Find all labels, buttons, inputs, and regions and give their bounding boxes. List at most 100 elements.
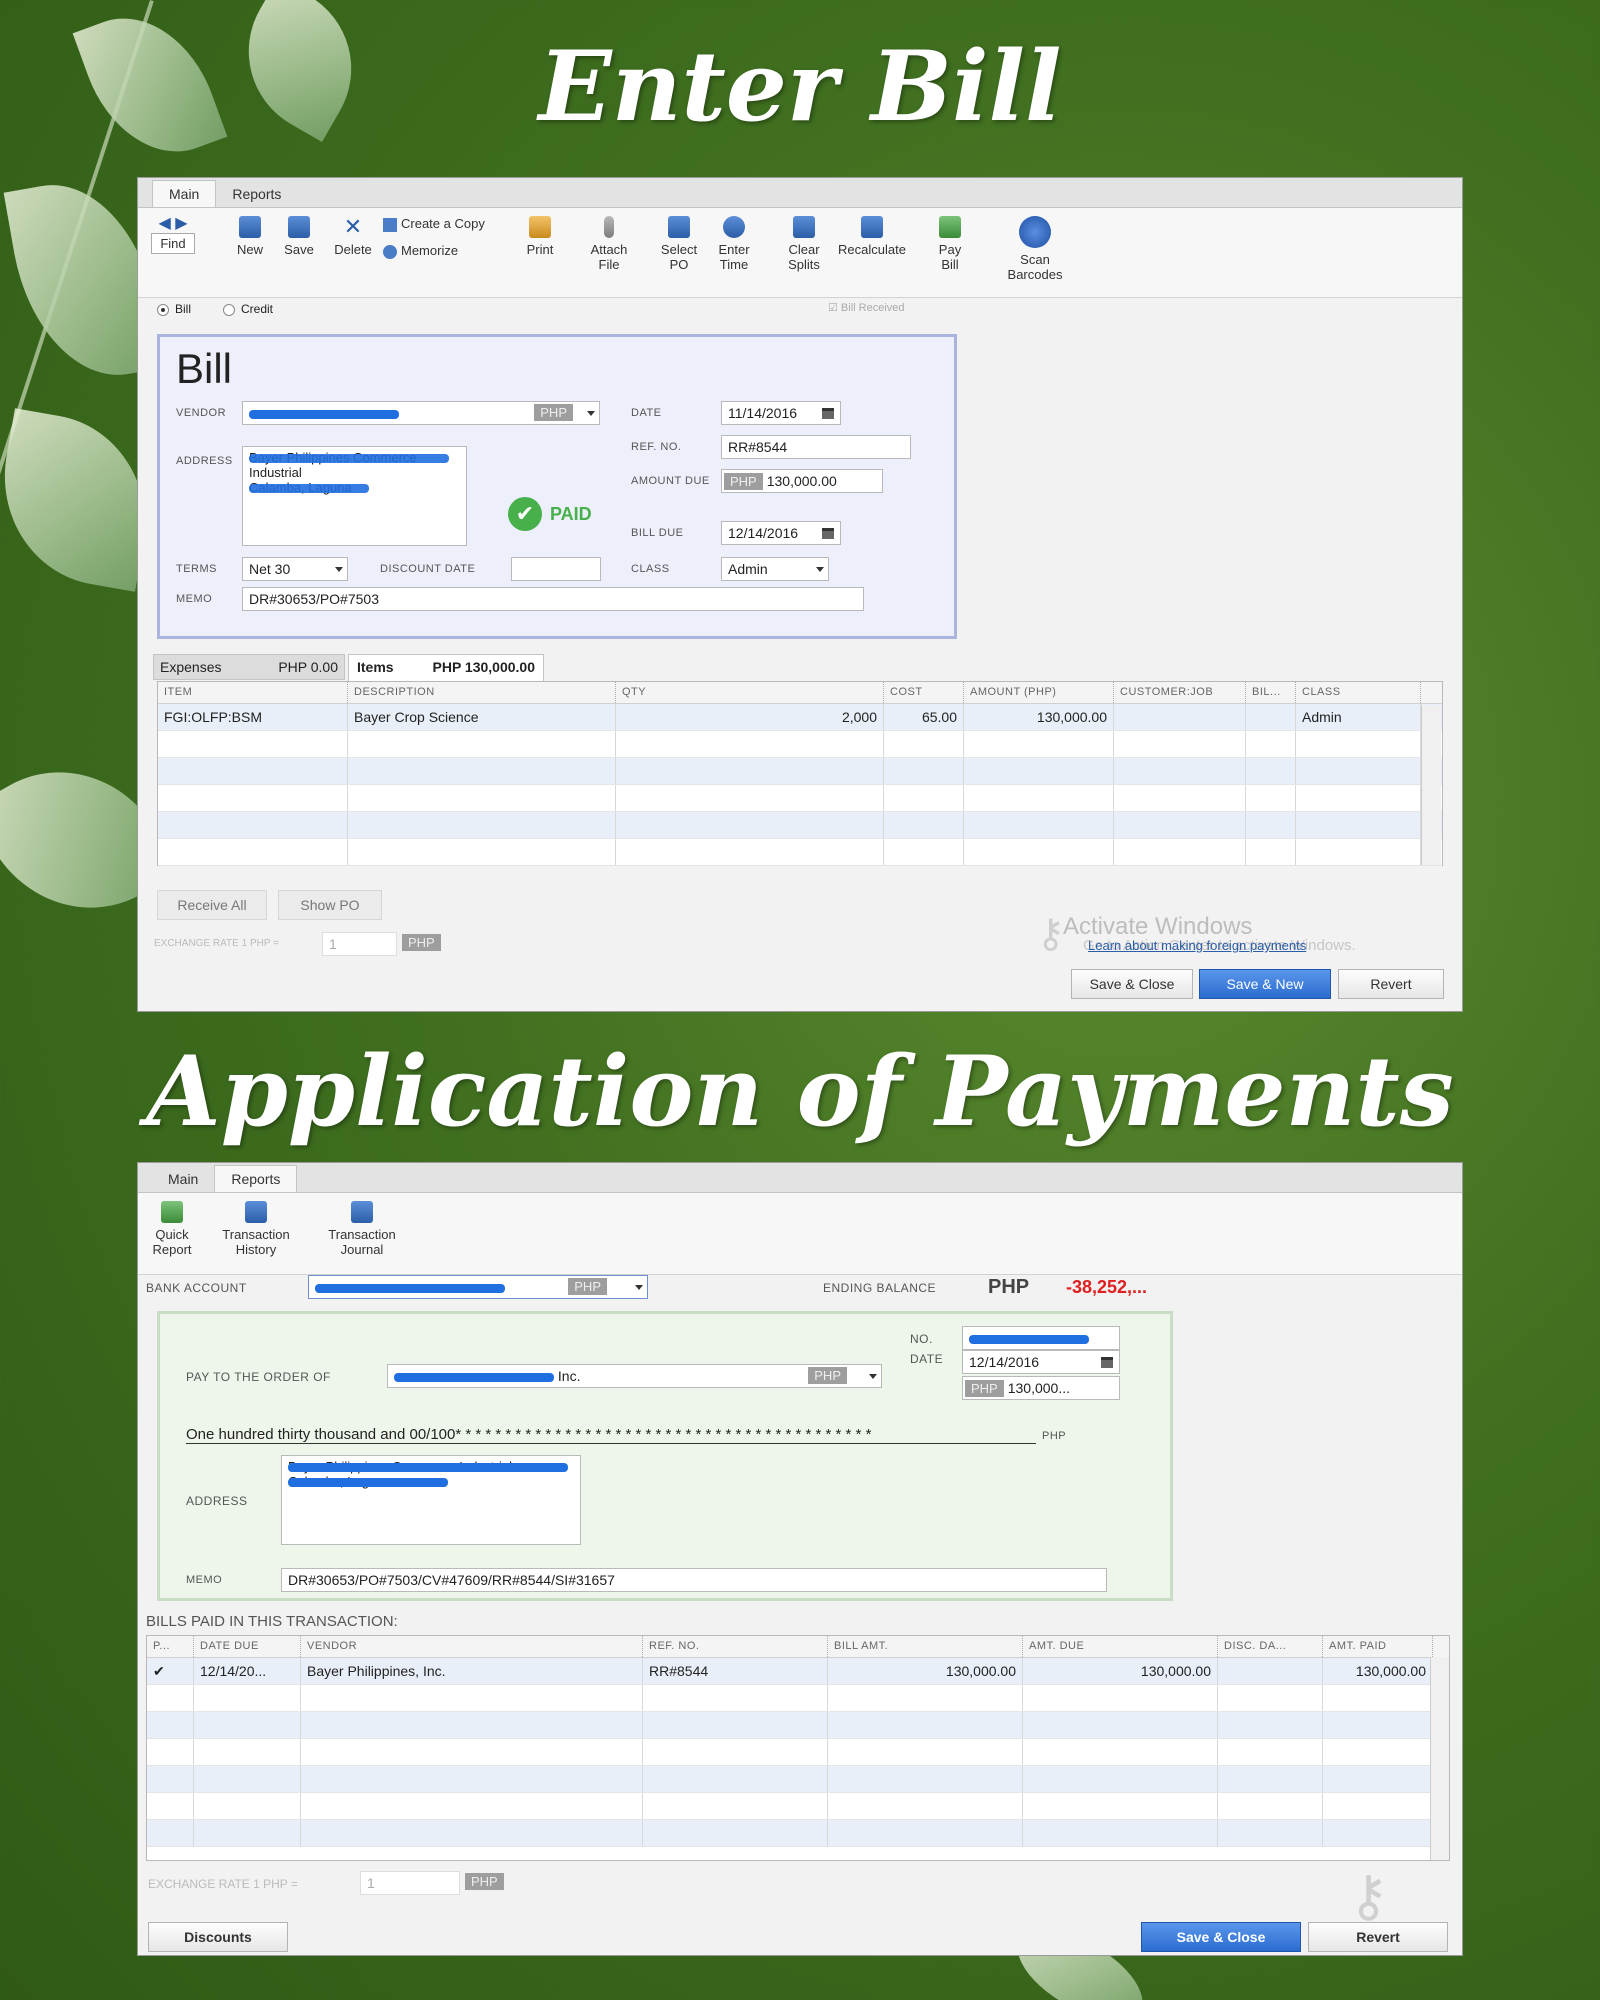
save-new-button[interactable]: Save & New bbox=[1199, 969, 1331, 999]
bill-row[interactable]: ✔ 12/14/20... Bayer Philippines, Inc. RR#85… bbox=[147, 1658, 1449, 1685]
create-copy-button[interactable]: Create a Copy bbox=[383, 216, 493, 232]
table-cell[interactable] bbox=[1114, 758, 1246, 784]
table-cell[interactable] bbox=[828, 1739, 1023, 1765]
table-cell[interactable] bbox=[158, 731, 348, 757]
table-cell[interactable] bbox=[1023, 1685, 1218, 1711]
table-cell[interactable] bbox=[1218, 1820, 1323, 1846]
table-cell[interactable] bbox=[828, 1766, 1023, 1792]
table-cell[interactable] bbox=[158, 758, 348, 784]
table-cell[interactable] bbox=[301, 1820, 643, 1846]
table-cell[interactable] bbox=[194, 1739, 301, 1765]
column-header[interactable]: DESCRIPTION bbox=[348, 682, 616, 703]
table-cell[interactable] bbox=[147, 1739, 194, 1765]
table-cell[interactable] bbox=[964, 731, 1114, 757]
items-row[interactable] bbox=[158, 731, 1442, 758]
table-cell[interactable]: 130,000.00 bbox=[1023, 1658, 1218, 1684]
table-cell[interactable] bbox=[147, 1820, 194, 1846]
exchange-rate-field[interactable]: 1 bbox=[322, 932, 397, 956]
table-cell[interactable] bbox=[1296, 812, 1421, 838]
table-cell[interactable] bbox=[1323, 1739, 1433, 1765]
table-cell[interactable] bbox=[348, 812, 616, 838]
table-cell[interactable]: Bayer Philippines, Inc. bbox=[301, 1658, 643, 1684]
table-cell[interactable] bbox=[884, 785, 964, 811]
table-cell[interactable] bbox=[147, 1766, 194, 1792]
transaction-journal-button[interactable]: Transaction Journal bbox=[314, 1201, 410, 1257]
receive-all-button[interactable]: Receive All bbox=[157, 890, 267, 920]
table-cell[interactable] bbox=[1114, 839, 1246, 865]
save-button[interactable]: Save bbox=[279, 216, 319, 257]
revert-button[interactable]: Revert bbox=[1338, 969, 1444, 999]
show-po-button[interactable]: Show PO bbox=[278, 890, 382, 920]
exchange-rate-field[interactable]: 1 bbox=[360, 1871, 460, 1895]
bills-scrollbar[interactable] bbox=[1430, 1657, 1449, 1860]
table-cell[interactable] bbox=[616, 812, 884, 838]
column-header[interactable]: BILL AMT. bbox=[828, 1636, 1023, 1657]
table-cell[interactable] bbox=[348, 785, 616, 811]
column-header[interactable]: CUSTOMER:JOB bbox=[1114, 682, 1246, 703]
table-cell[interactable] bbox=[1023, 1793, 1218, 1819]
table-cell[interactable] bbox=[1218, 1793, 1323, 1819]
bill-row[interactable] bbox=[147, 1685, 1449, 1712]
select-po-button[interactable]: Select PO bbox=[655, 216, 703, 272]
tab-reports[interactable]: Reports bbox=[216, 181, 297, 207]
table-cell[interactable] bbox=[158, 839, 348, 865]
recalculate-button[interactable]: Recalculate bbox=[832, 216, 912, 257]
table-cell[interactable] bbox=[194, 1793, 301, 1819]
column-header[interactable]: QTY bbox=[616, 682, 884, 703]
table-cell[interactable] bbox=[616, 758, 884, 784]
save-close-button[interactable]: Save & Close bbox=[1071, 969, 1193, 999]
items-row[interactable] bbox=[158, 758, 1442, 785]
pay-to-select[interactable]: Inc. PHP bbox=[387, 1364, 882, 1388]
table-cell[interactable] bbox=[301, 1685, 643, 1711]
table-cell[interactable] bbox=[1246, 731, 1296, 757]
table-cell[interactable] bbox=[964, 785, 1114, 811]
items-row[interactable] bbox=[158, 839, 1442, 866]
table-cell[interactable] bbox=[884, 731, 964, 757]
table-cell[interactable] bbox=[828, 1820, 1023, 1846]
table-cell[interactable] bbox=[643, 1820, 828, 1846]
check-amount-field[interactable]: PHP 130,000... bbox=[962, 1376, 1120, 1400]
table-cell[interactable] bbox=[1023, 1712, 1218, 1738]
column-header[interactable]: DISC. DA... bbox=[1218, 1636, 1323, 1657]
table-cell[interactable] bbox=[884, 758, 964, 784]
column-header[interactable]: COST bbox=[884, 682, 964, 703]
tab-expenses[interactable]: Expenses PHP 0.00 bbox=[153, 654, 345, 680]
table-cell[interactable]: 130,000.00 bbox=[828, 1658, 1023, 1684]
discount-date-field[interactable] bbox=[511, 557, 601, 581]
column-header[interactable]: DATE DUE bbox=[194, 1636, 301, 1657]
table-cell[interactable] bbox=[301, 1766, 643, 1792]
table-cell[interactable] bbox=[194, 1766, 301, 1792]
table-cell[interactable] bbox=[1218, 1739, 1323, 1765]
tab-reports[interactable]: Reports bbox=[214, 1165, 298, 1192]
revert-button[interactable]: Revert bbox=[1308, 1922, 1448, 1952]
bill-row[interactable] bbox=[147, 1820, 1449, 1847]
new-button[interactable]: New bbox=[230, 216, 270, 257]
vendor-field[interactable]: PHP bbox=[242, 401, 600, 425]
items-row[interactable] bbox=[158, 785, 1442, 812]
table-cell[interactable] bbox=[1296, 731, 1421, 757]
discounts-button[interactable]: Discounts bbox=[148, 1922, 288, 1952]
bill-row[interactable] bbox=[147, 1766, 1449, 1793]
table-cell[interactable] bbox=[1114, 785, 1246, 811]
memo-field[interactable]: DR#30653/PO#7503/CV#47609/RR#8544/SI#316… bbox=[281, 1568, 1107, 1592]
table-cell[interactable] bbox=[147, 1793, 194, 1819]
table-cell[interactable]: Bayer Crop Science bbox=[348, 704, 616, 730]
delete-button[interactable]: ✕ Delete bbox=[330, 216, 376, 258]
print-button[interactable]: Print bbox=[520, 216, 560, 257]
table-cell[interactable] bbox=[1246, 839, 1296, 865]
terms-select[interactable]: Net 30 bbox=[242, 557, 348, 581]
table-cell[interactable] bbox=[301, 1793, 643, 1819]
table-cell[interactable] bbox=[1323, 1685, 1433, 1711]
table-cell[interactable]: 130,000.00 bbox=[1323, 1658, 1433, 1684]
table-cell[interactable] bbox=[1296, 839, 1421, 865]
table-cell[interactable]: Admin bbox=[1296, 704, 1421, 730]
bank-account-select[interactable]: PHP bbox=[308, 1275, 648, 1299]
table-cell[interactable] bbox=[348, 839, 616, 865]
column-header[interactable]: REF. NO. bbox=[643, 1636, 828, 1657]
address-field[interactable]: Bayer Philippines Commerce Industrial Ca… bbox=[242, 446, 467, 546]
table-cell[interactable] bbox=[158, 785, 348, 811]
table-cell[interactable] bbox=[616, 839, 884, 865]
table-cell[interactable] bbox=[194, 1685, 301, 1711]
bill-radio[interactable]: Bill bbox=[157, 302, 191, 316]
table-cell[interactable]: 130,000.00 bbox=[964, 704, 1114, 730]
